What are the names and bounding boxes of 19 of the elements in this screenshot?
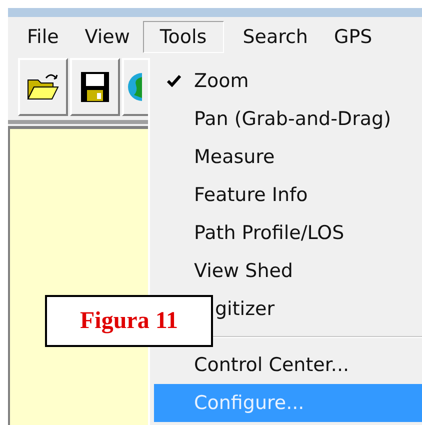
- menu-item[interactable]: Pan (Grab-and-Drag): [154, 100, 422, 138]
- check-icon: [167, 75, 181, 87]
- menu-item[interactable]: Zoom: [154, 62, 422, 100]
- save-button[interactable]: [70, 58, 120, 116]
- figure-label: Figura 11: [45, 295, 213, 347]
- menu-bar-item[interactable]: Tools: [142, 21, 224, 53]
- menu-item[interactable]: Feature Info: [154, 176, 422, 214]
- open-folder-icon: [26, 72, 60, 102]
- menu-item[interactable]: Measure: [154, 138, 422, 176]
- open-folder-button[interactable]: [18, 58, 68, 116]
- menu-bar-item[interactable]: Search: [230, 21, 321, 53]
- menu-item[interactable]: View Shed: [154, 252, 422, 290]
- menu-bar-item[interactable]: GPS: [320, 21, 386, 53]
- menu-item[interactable]: gitizer: [215, 290, 422, 328]
- menu-item[interactable]: Path Profile/LOS: [154, 214, 422, 252]
- globe-button[interactable]: [122, 58, 150, 116]
- menu-item[interactable]: Control Center...: [154, 346, 422, 384]
- menu-bar-item[interactable]: View: [72, 21, 143, 53]
- menu-bar-item[interactable]: File: [14, 21, 72, 53]
